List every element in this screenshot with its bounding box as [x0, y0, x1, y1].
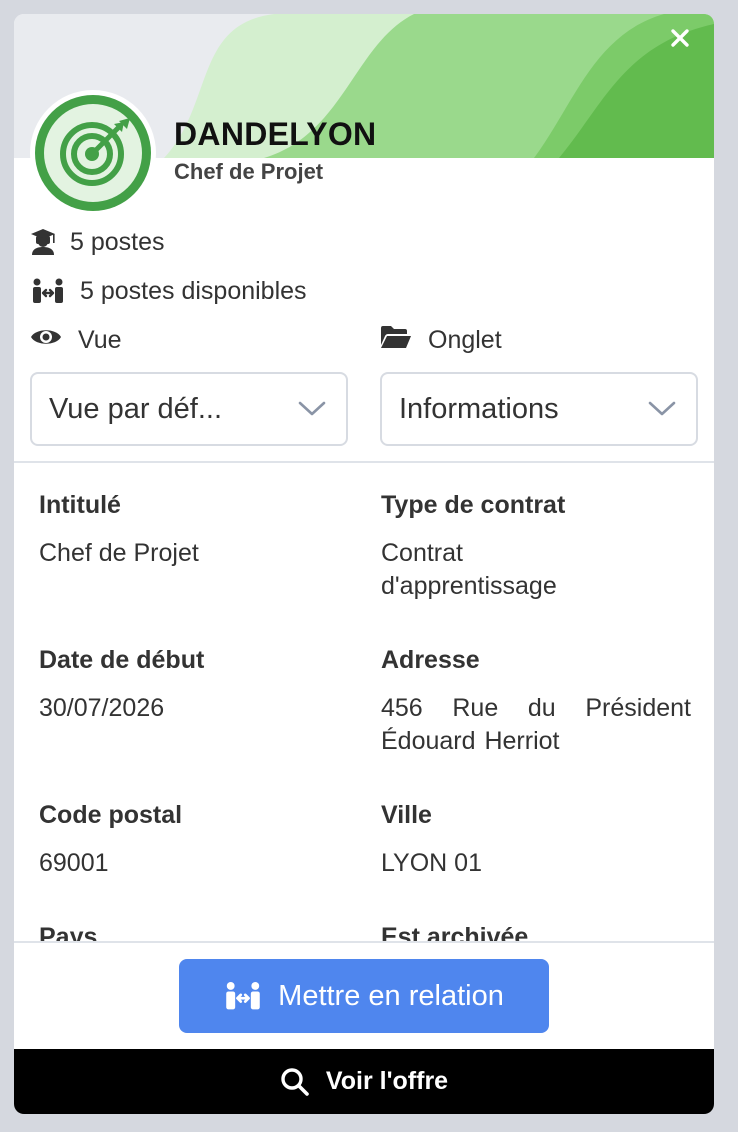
- field-intitule: Intitulé Chef de Projet: [39, 489, 349, 570]
- company-name: DANDELYON: [174, 116, 377, 152]
- field-value: 456 Rue du Président Édouard Herriot: [381, 694, 691, 755]
- connect-button-label: Mettre en relation: [278, 979, 504, 1012]
- field-code-postal: Code postal 69001: [39, 799, 349, 880]
- tab-select[interactable]: Informations: [380, 372, 698, 446]
- footer-divider: [14, 941, 714, 943]
- field-value: Chef de Projet: [39, 539, 199, 567]
- field-label: Ville: [381, 801, 432, 829]
- company-logo: [30, 90, 156, 216]
- field-value: 30/07/2026: [39, 694, 165, 722]
- view-label-text: Vue: [78, 325, 122, 354]
- stat-available: 5 postes disponibles: [30, 275, 307, 307]
- view-select[interactable]: Vue par déf...: [30, 372, 348, 446]
- view-offer-button[interactable]: Voir l'offre: [14, 1049, 714, 1114]
- field-label: Code postal: [39, 801, 183, 829]
- eye-icon: [30, 326, 62, 355]
- target-icon: [35, 95, 151, 211]
- stat-positions: 5 postes: [30, 226, 165, 258]
- folder-open-icon: [380, 324, 412, 357]
- close-icon: [671, 29, 689, 47]
- connect-button[interactable]: Mettre en relation: [179, 959, 549, 1033]
- section-divider: [14, 461, 714, 463]
- tab-label: Onglet: [380, 324, 502, 356]
- field-value: Contrat d'apprentissage: [381, 539, 557, 600]
- field-label: Pays: [39, 923, 98, 941]
- details-panel[interactable]: Intitulé Chef de Projet Type de contrat …: [14, 464, 714, 941]
- field-est-archivee: Est archivée: [381, 921, 691, 941]
- field-value: LYON 01: [381, 849, 482, 877]
- field-label: Type de contrat: [381, 491, 566, 519]
- stat-available-text: 5 postes disponibles: [80, 276, 307, 305]
- field-pays: Pays: [39, 921, 349, 941]
- field-label: Est archivée: [381, 923, 529, 941]
- chevron-down-icon: [298, 401, 326, 416]
- field-adresse: Adresse 456 Rue du Président Édouard Her…: [381, 644, 691, 758]
- view-offer-label: Voir l'offre: [325, 1067, 449, 1095]
- people-arrows-icon: [30, 278, 66, 304]
- field-label: Date de début: [39, 646, 205, 674]
- job-title: Chef de Projet: [174, 159, 324, 184]
- job-card: DANDELYON Chef de Projet 5 postes 5 post…: [14, 14, 714, 1114]
- chevron-down-icon: [648, 401, 676, 416]
- view-select-value: Vue par déf...: [49, 392, 223, 425]
- tab-label-text: Onglet: [428, 325, 502, 354]
- search-icon: [281, 1067, 309, 1096]
- field-label: Adresse: [381, 646, 480, 674]
- field-label: Intitulé: [39, 491, 121, 519]
- graduate-icon: [30, 228, 56, 256]
- field-type-contrat: Type de contrat Contrat d'apprentissage: [381, 489, 691, 603]
- field-ville: Ville LYON 01: [381, 799, 691, 880]
- tab-select-value: Informations: [399, 392, 559, 425]
- stat-positions-text: 5 postes: [70, 227, 165, 256]
- field-value: 69001: [39, 849, 109, 877]
- close-button[interactable]: [670, 28, 700, 58]
- field-date-debut: Date de début 30/07/2026: [39, 644, 349, 725]
- people-arrows-icon: [226, 982, 260, 1010]
- view-label: Vue: [30, 324, 122, 356]
